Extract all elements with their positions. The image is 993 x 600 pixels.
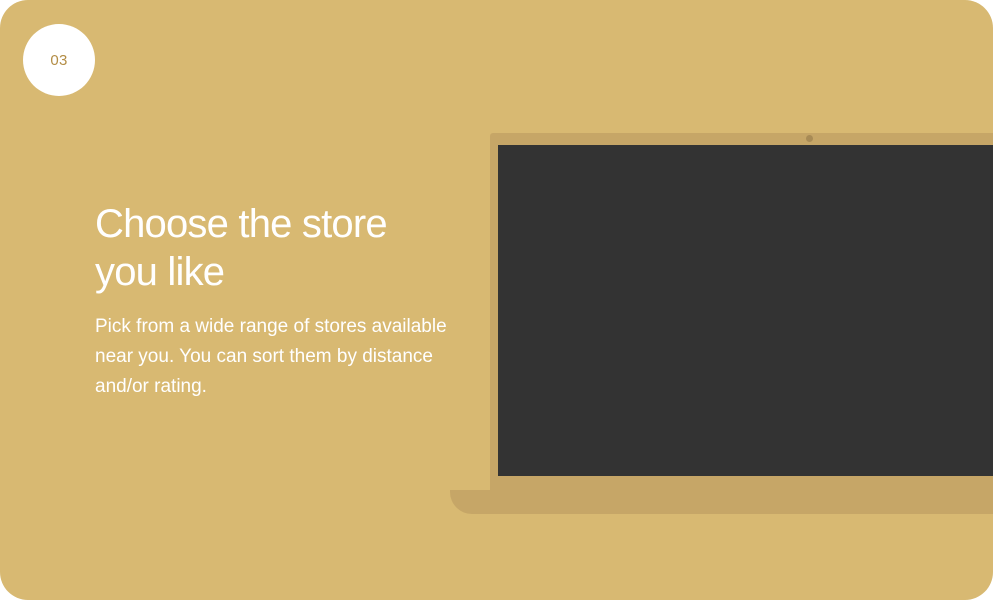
step-title: Choose the store you like <box>95 202 388 294</box>
laptop-camera-icon <box>806 135 813 142</box>
step-description: Pick from a wide range of stores availab… <box>95 316 447 397</box>
onboarding-step-card: 03 Choose the store you like Pick from a… <box>0 0 993 600</box>
laptop-base <box>450 490 993 514</box>
step-number-badge: 03 <box>23 24 95 96</box>
laptop-screen <box>498 145 993 476</box>
